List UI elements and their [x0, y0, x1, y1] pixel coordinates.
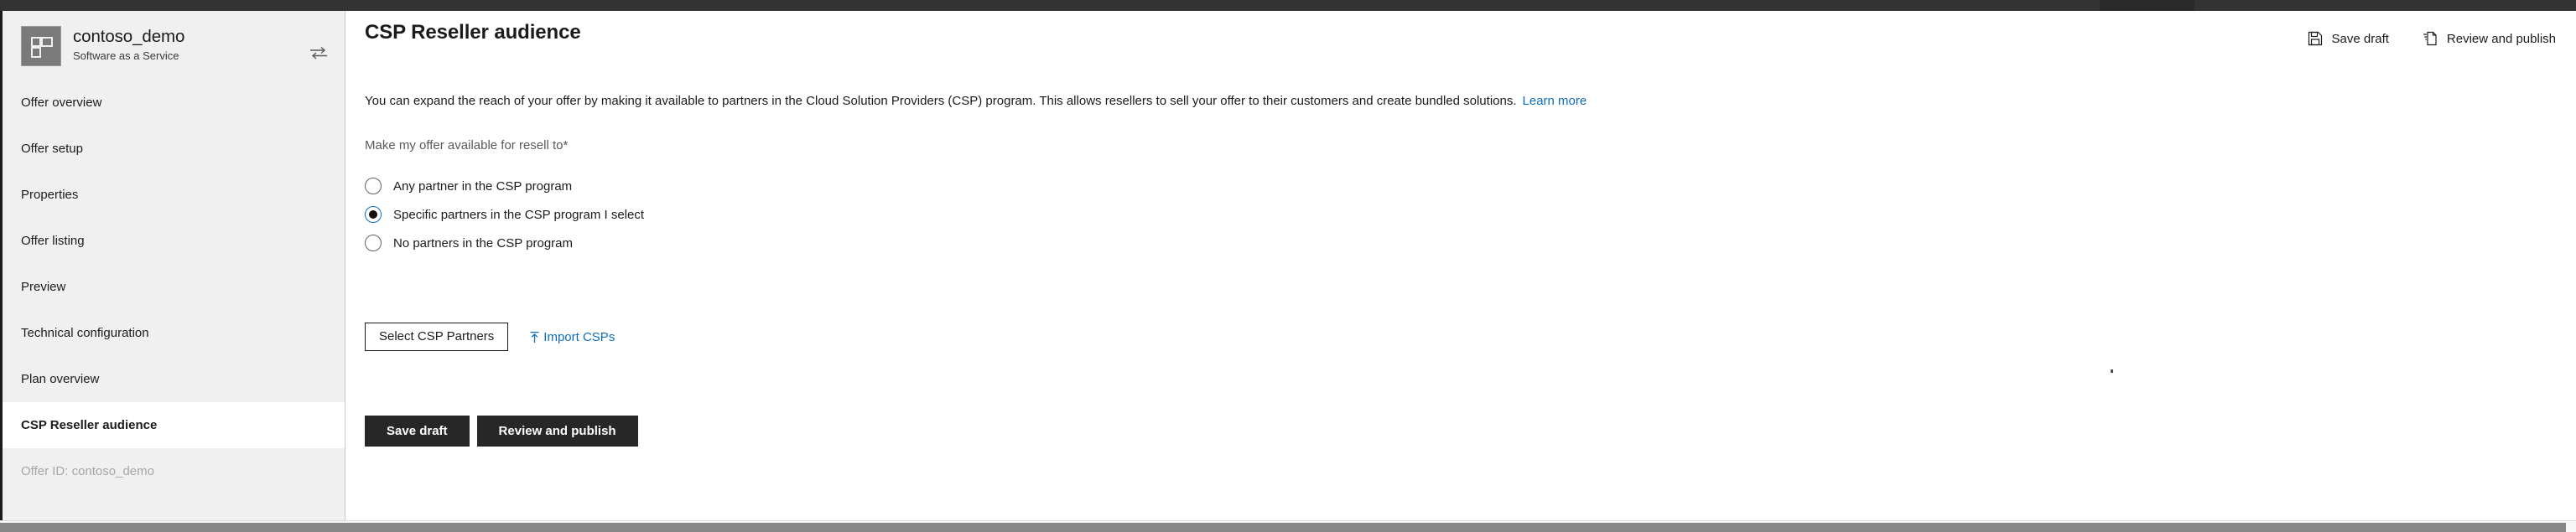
cursor-artifact	[2111, 369, 2113, 373]
page-title: CSP Reseller audience	[365, 21, 581, 44]
bottom-action-bar: Save draft Review and publish	[365, 416, 638, 447]
title-bar	[0, 0, 2576, 11]
radio-specific-partners[interactable]: Specific partners in the CSP program I s…	[365, 200, 644, 229]
command-bar: Save draft Review and publish	[2306, 29, 2558, 48]
horizontal-scrollbar-thumb[interactable]	[0, 523, 2566, 532]
sidebar-item-offer-listing[interactable]: Offer listing	[3, 218, 345, 264]
sidebar: contoso_demo Software as a Service Offer…	[0, 11, 345, 520]
import-csps-link[interactable]: Import CSPs	[529, 330, 615, 344]
offer-header: contoso_demo Software as a Service	[3, 11, 345, 71]
offer-name: contoso_demo	[73, 27, 185, 46]
resell-field-label: Make my offer available for resell to*	[365, 138, 569, 152]
radio-any-partner[interactable]: Any partner in the CSP program	[365, 172, 644, 200]
import-csps-label: Import CSPs	[543, 329, 615, 344]
radio-mark-icon	[365, 178, 382, 194]
swap-arrows-icon[interactable]	[309, 46, 328, 59]
offer-meta: contoso_demo Software as a Service	[73, 26, 184, 64]
radio-any-partner-label: Any partner in the CSP program	[393, 178, 573, 194]
sidebar-offer-id: Offer ID: contoso_demo	[21, 464, 154, 478]
radio-mark-icon	[365, 235, 382, 251]
offer-grid-icon	[21, 26, 61, 66]
learn-more-link[interactable]: Learn more	[1523, 94, 1587, 108]
command-save-draft-label: Save draft	[2331, 31, 2389, 46]
review-and-publish-button[interactable]: Review and publish	[476, 416, 638, 447]
save-draft-button[interactable]: Save draft	[365, 416, 470, 447]
sidebar-item-properties[interactable]: Properties	[3, 172, 345, 218]
intro-paragraph: You can expand the reach of your offer b…	[365, 93, 1587, 110]
horizontal-scrollbar[interactable]	[0, 520, 2576, 532]
main-content: Save draft Review and publish CSP Resell…	[346, 11, 2576, 520]
intro-text: You can expand the reach of your offer b…	[365, 94, 1517, 108]
title-bar-active-segment	[2100, 0, 2194, 11]
radio-specific-partners-label: Specific partners in the CSP program I s…	[393, 207, 645, 222]
partner-action-row: Select CSP Partners Import CSPs	[365, 323, 615, 351]
sidebar-item-offer-overview[interactable]: Offer overview	[3, 80, 345, 126]
offer-type: Software as a Service	[73, 49, 179, 62]
radio-no-partners[interactable]: No partners in the CSP program	[365, 229, 644, 257]
command-save-draft-button[interactable]: Save draft	[2306, 29, 2391, 48]
radio-no-partners-label: No partners in the CSP program	[393, 235, 573, 251]
sidebar-nav: Offer overview Offer setup Properties Of…	[3, 80, 345, 448]
sidebar-item-offer-setup[interactable]: Offer setup	[3, 126, 345, 172]
command-review-publish-label: Review and publish	[2446, 31, 2556, 46]
save-disk-icon	[2308, 31, 2323, 46]
sidebar-item-csp-reseller-audience[interactable]: CSP Reseller audience	[3, 402, 345, 448]
sidebar-item-plan-overview[interactable]: Plan overview	[3, 356, 345, 402]
sidebar-item-preview[interactable]: Preview	[3, 264, 345, 310]
upload-arrow-icon	[529, 331, 540, 343]
publish-document-icon	[2423, 31, 2438, 46]
sidebar-item-technical-configuration[interactable]: Technical configuration	[3, 310, 345, 356]
resell-radio-group: Any partner in the CSP program Specific …	[365, 172, 644, 257]
command-review-publish-button[interactable]: Review and publish	[2421, 29, 2558, 48]
radio-mark-selected-icon	[365, 206, 382, 223]
select-csp-partners-button[interactable]: Select CSP Partners	[365, 323, 509, 351]
app-window: contoso_demo Software as a Service Offer…	[0, 0, 2576, 532]
